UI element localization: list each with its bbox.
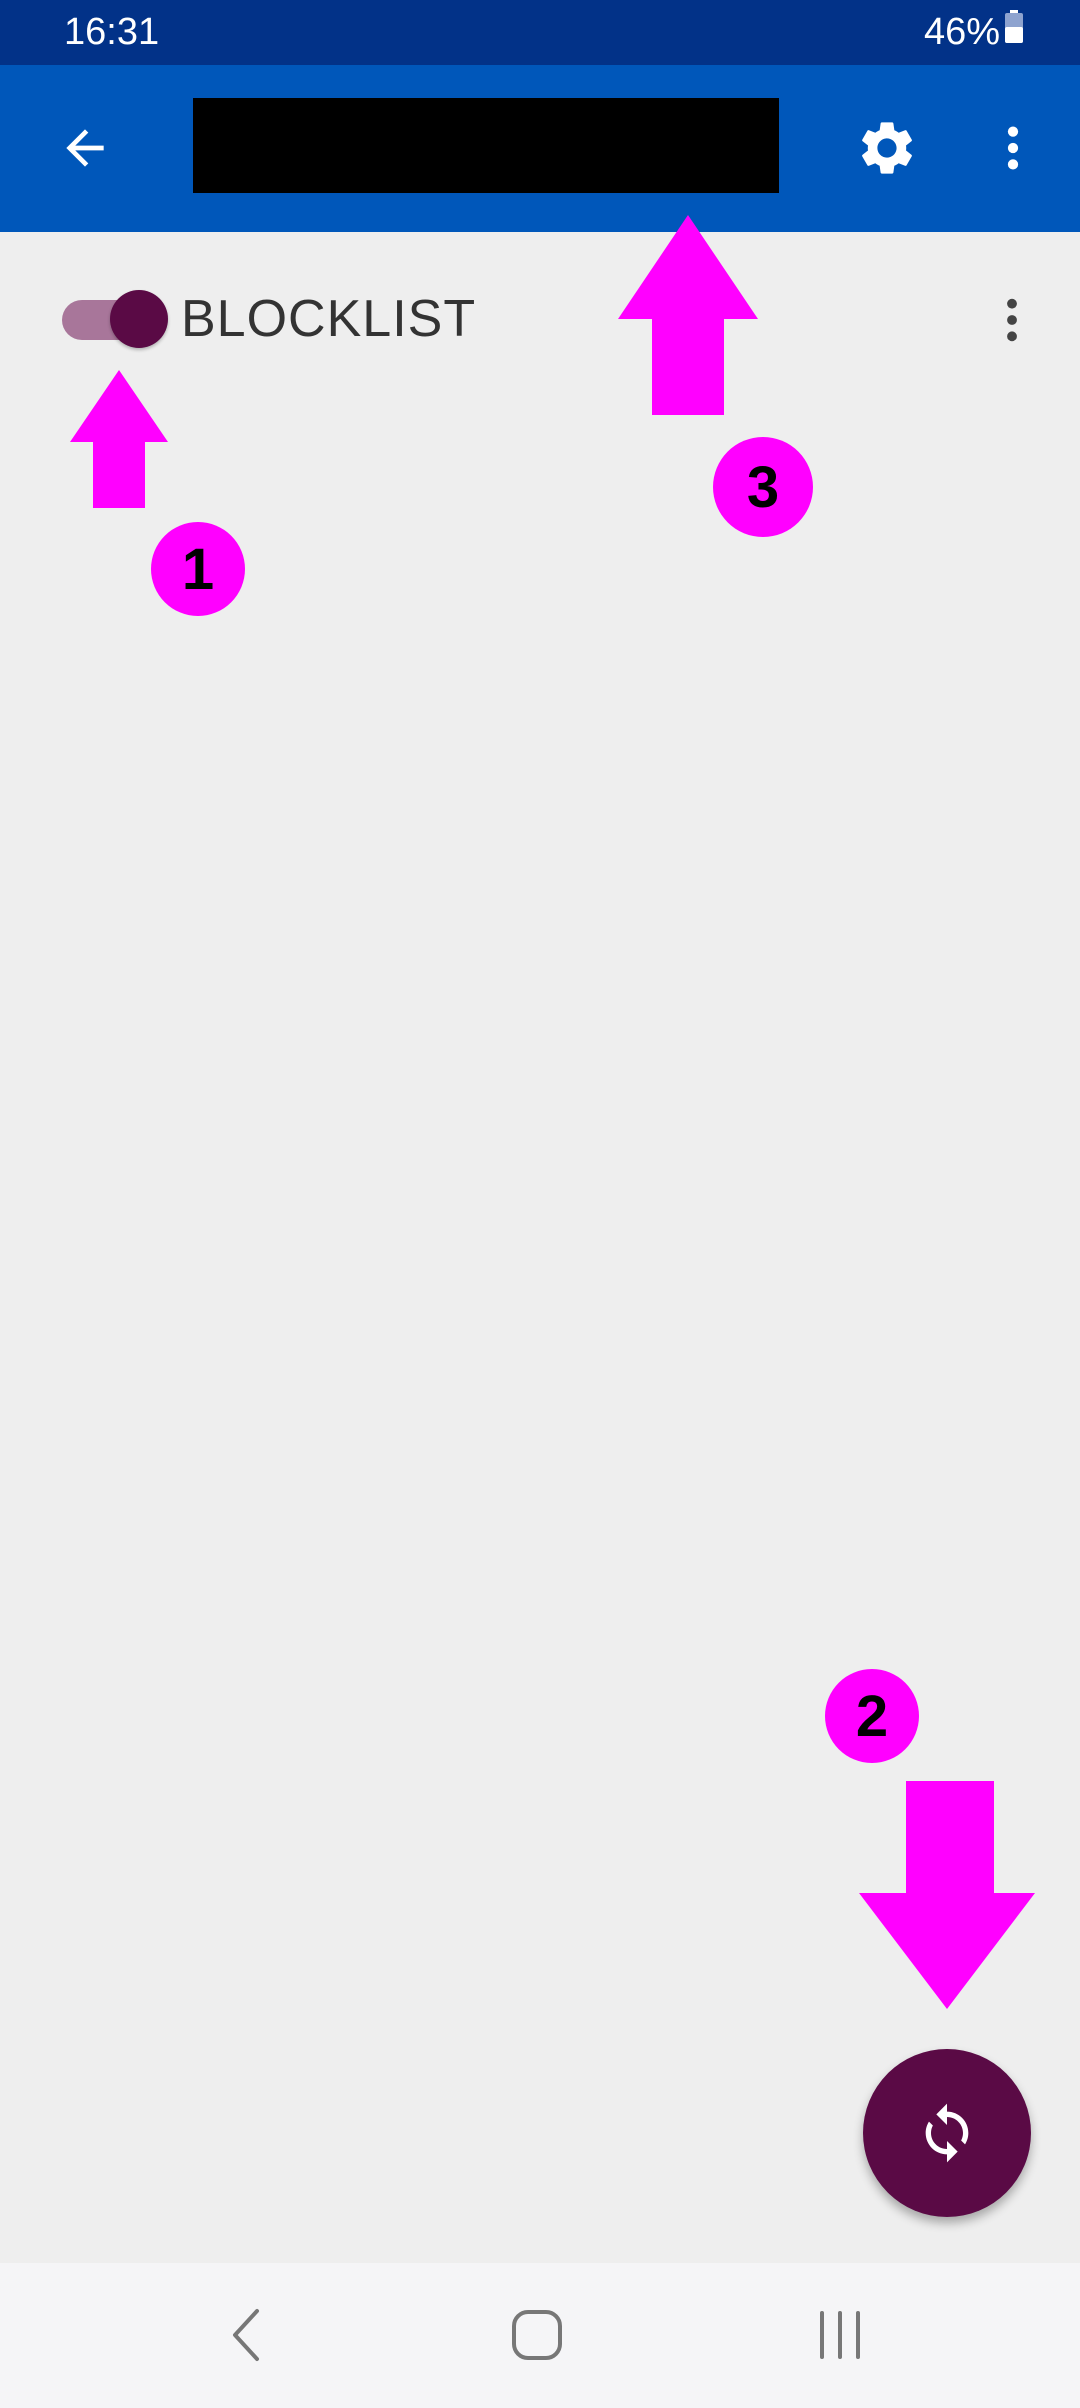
nav-recents-icon	[820, 2311, 860, 2359]
gear-icon	[862, 122, 912, 174]
battery-icon	[1004, 10, 1024, 54]
more-vertical-icon	[1007, 126, 1019, 170]
nav-recents-button[interactable]	[790, 2285, 890, 2385]
annotation-label: 1	[181, 536, 215, 602]
battery-indicator: 46%	[924, 10, 1024, 54]
annotation-arrow-3	[618, 215, 758, 415]
app-title-redacted	[193, 98, 779, 193]
sync-icon	[925, 2103, 969, 2163]
list-item: BLOCKLIST	[0, 262, 1080, 374]
status-time: 16:31	[64, 11, 160, 53]
toggle-thumb	[110, 290, 168, 348]
annotation-badge-3: 3	[713, 437, 813, 537]
annotation-arrow-2	[859, 1781, 1035, 2009]
annotation-label: 3	[746, 454, 780, 520]
annotation-badge-2: 2	[825, 1669, 919, 1763]
annotation-badge-1: 1	[151, 522, 245, 616]
status-bar: 16:31 46%	[0, 0, 1080, 65]
overflow-menu-button[interactable]	[968, 103, 1058, 193]
settings-button[interactable]	[842, 103, 932, 193]
navigation-bar	[0, 2263, 1080, 2408]
nav-home-icon	[512, 2310, 562, 2360]
nav-back-icon	[233, 2309, 259, 2361]
battery-percentage: 46%	[923, 11, 1000, 53]
blocklist-toggle[interactable]	[58, 290, 168, 350]
nav-home-button[interactable]	[487, 2285, 587, 2385]
more-vertical-icon	[1007, 298, 1017, 342]
annotation-arrow-1	[70, 370, 168, 508]
list-item-menu-button[interactable]	[972, 280, 1052, 360]
app-bar	[0, 65, 1080, 232]
sync-button[interactable]	[863, 2049, 1031, 2217]
back-arrow-icon	[66, 129, 104, 167]
back-button[interactable]	[40, 103, 130, 193]
nav-back-button[interactable]	[195, 2285, 295, 2385]
annotation-label: 2	[855, 1683, 889, 1749]
list-item-label: BLOCKLIST	[181, 290, 477, 348]
